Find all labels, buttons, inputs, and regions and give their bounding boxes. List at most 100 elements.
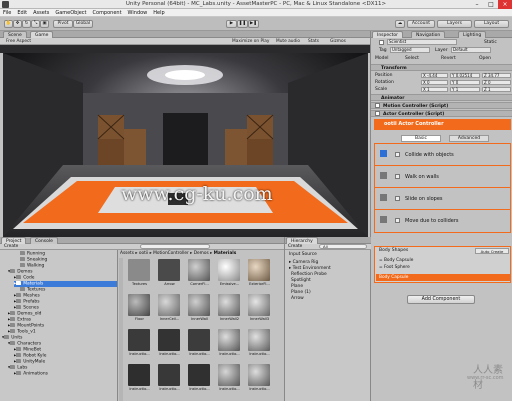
stats-toggle[interactable]: Stats xyxy=(308,38,319,45)
project-search-input[interactable] xyxy=(140,244,210,249)
asset-item[interactable]: Emissive... xyxy=(218,259,242,289)
auto-create-button[interactable]: Auto Create xyxy=(475,248,509,254)
scale-tool-icon[interactable]: ⤡ xyxy=(31,20,40,28)
menu-window[interactable]: Window xyxy=(125,9,151,17)
tab-hierarchy[interactable]: Hierarchy xyxy=(286,237,318,244)
prefab-select-button[interactable]: Select xyxy=(405,55,419,62)
play-icon[interactable]: ▶ xyxy=(226,20,237,28)
pause-icon[interactable]: ❚❚ xyxy=(237,20,248,28)
walk-walls-checkbox[interactable] xyxy=(395,174,400,179)
object-name-field[interactable]: Scientist xyxy=(387,39,457,45)
add-component-button[interactable]: Add Component xyxy=(407,295,475,304)
asset-item[interactable]: InnerWall2 xyxy=(218,294,242,324)
step-icon[interactable]: ▶❚ xyxy=(248,20,259,28)
rotate-tool-icon[interactable]: ↻ xyxy=(22,20,31,28)
position-x-field[interactable]: X -4.44 xyxy=(421,73,448,78)
maximize-on-play-toggle[interactable]: Maximize on Play xyxy=(232,38,269,45)
tab-console[interactable]: Console xyxy=(30,237,58,244)
asset-item[interactable]: Instructio... xyxy=(128,329,152,359)
asset-item[interactable]: Instructio... xyxy=(158,329,182,359)
close-icon[interactable]: × xyxy=(498,0,512,9)
account-dropdown[interactable]: Account xyxy=(407,20,435,28)
tab-lighting[interactable]: Lighting xyxy=(458,31,487,38)
collide-checkbox[interactable] xyxy=(395,152,400,157)
asset-item[interactable]: InnerWall xyxy=(188,294,212,324)
menu-component[interactable]: Component xyxy=(90,9,125,17)
scrollbar[interactable] xyxy=(119,258,123,401)
rect-tool-icon[interactable]: ▣ xyxy=(40,20,49,28)
asset-item[interactable]: CornerFl... xyxy=(188,259,212,289)
tab-inspector[interactable]: Inspector xyxy=(372,31,403,38)
aspect-dropdown[interactable]: Free Aspect xyxy=(6,38,31,45)
scale-y-field[interactable]: Y 1 xyxy=(450,87,480,92)
scale-x-field[interactable]: X 1 xyxy=(421,87,448,92)
body-shape-item[interactable]: = Body Capsule xyxy=(379,257,507,264)
tree-item[interactable]: ▸ Animations xyxy=(14,371,48,377)
motion-controller-header[interactable]: Motion Controller (Script) xyxy=(371,102,512,109)
layer-dropdown[interactable]: Default xyxy=(451,47,491,53)
body-shape-selected[interactable]: Body Capsule xyxy=(376,274,510,281)
asset-item[interactable]: Instructio... xyxy=(188,364,212,394)
rotation-y-field[interactable]: Y 0 xyxy=(450,80,480,85)
move-tool-icon[interactable]: ✥ xyxy=(13,20,22,28)
asset-item[interactable]: Instructio... xyxy=(248,364,272,394)
breadcrumb-item[interactable]: ootii xyxy=(139,251,148,256)
menu-gameobject[interactable]: GameObject xyxy=(52,9,89,17)
move-colliders-checkbox[interactable] xyxy=(395,218,400,223)
asset-item[interactable]: Instructio... xyxy=(188,329,212,359)
asset-item[interactable]: Instructio... xyxy=(248,329,272,359)
asset-item[interactable]: Arrow xyxy=(158,259,182,289)
static-toggle[interactable]: Static xyxy=(484,39,497,46)
prefab-revert-button[interactable]: Revert xyxy=(441,55,456,62)
layers-dropdown[interactable]: Layers xyxy=(437,20,472,28)
animator-header[interactable]: Animator xyxy=(371,94,512,101)
tag-dropdown[interactable]: Untagged xyxy=(390,47,430,53)
actor-controller-checkbox[interactable] xyxy=(375,111,380,116)
tab-project[interactable]: Project xyxy=(1,237,27,244)
tab-scene[interactable]: Scene xyxy=(3,31,27,38)
slide-slopes-checkbox[interactable] xyxy=(395,196,400,201)
asset-item[interactable]: InnerCeil... xyxy=(158,294,182,324)
position-z-field[interactable]: Z 34.77 xyxy=(482,73,511,78)
asset-item[interactable]: Instructio... xyxy=(158,364,182,394)
asset-item[interactable]: Instructio... xyxy=(128,364,152,394)
tab-game[interactable]: Game xyxy=(30,31,54,38)
body-shape-item[interactable]: = Foot Sphere xyxy=(379,264,507,271)
hierarchy-item[interactable]: Input Source xyxy=(289,252,317,258)
hierarchy-item[interactable]: Arrow xyxy=(291,296,304,302)
asset-item[interactable]: Textures xyxy=(128,259,152,289)
minimize-icon[interactable]: – xyxy=(470,0,484,9)
cloud-icon[interactable]: ☁ xyxy=(395,20,405,28)
rotation-z-field[interactable]: Z 0 xyxy=(482,80,511,85)
maximize-icon[interactable]: □ xyxy=(484,0,498,9)
hand-tool-icon[interactable]: ✋ xyxy=(4,20,13,28)
breadcrumb-item[interactable]: Demos xyxy=(194,251,209,256)
layout-dropdown[interactable]: Layout xyxy=(474,20,509,28)
tab-navigation[interactable]: Navigation xyxy=(411,31,446,38)
breadcrumb-item[interactable]: Assets xyxy=(120,251,134,256)
transform-header[interactable]: Transform xyxy=(371,64,512,71)
menu-assets[interactable]: Assets xyxy=(30,9,52,17)
gizmos-dropdown[interactable]: Gizmos xyxy=(330,38,346,45)
game-viewport[interactable]: www.cg-ku.com xyxy=(3,53,368,237)
asset-item[interactable]: InnerWall3 xyxy=(248,294,272,324)
menu-help[interactable]: Help xyxy=(150,9,167,17)
asset-item[interactable]: Floor xyxy=(128,294,152,324)
breadcrumb-item[interactable]: MotionController xyxy=(153,251,189,256)
scale-z-field[interactable]: Z 1 xyxy=(482,87,511,92)
motion-controller-checkbox[interactable] xyxy=(375,103,380,108)
hierarchy-create-button[interactable]: Create xyxy=(288,244,302,250)
menu-edit[interactable]: Edit xyxy=(14,9,30,17)
asset-item[interactable]: ExteriorFl... xyxy=(248,259,272,289)
actor-controller-header[interactable]: Actor Controller (Script) xyxy=(371,110,512,117)
hierarchy-search-input[interactable]: All xyxy=(319,244,367,249)
pivot-toggle[interactable]: Pivot xyxy=(53,20,73,28)
tab-basic[interactable]: Basic xyxy=(401,135,441,142)
asset-item[interactable]: Instructio... xyxy=(218,364,242,394)
mute-audio-toggle[interactable]: Mute audio xyxy=(276,38,300,45)
object-active-checkbox[interactable] xyxy=(379,40,384,45)
position-y-field[interactable]: Y 0.02514 xyxy=(450,73,480,78)
rotation-x-field[interactable]: X 0 xyxy=(421,80,448,85)
global-toggle[interactable]: Global xyxy=(73,20,93,28)
breadcrumb-item[interactable]: Materials xyxy=(214,251,237,256)
